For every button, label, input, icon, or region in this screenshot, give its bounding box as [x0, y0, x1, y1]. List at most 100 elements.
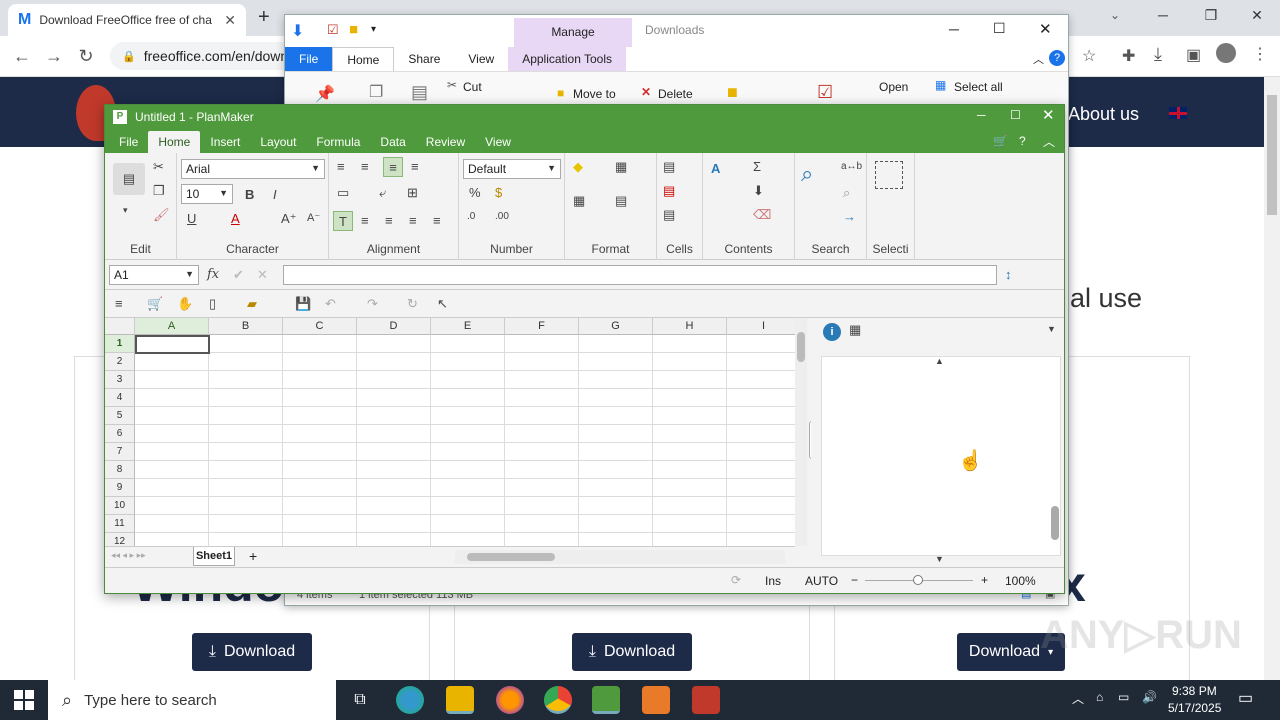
folder-icon[interactable]: ■	[349, 21, 358, 38]
repeat-icon[interactable]: ↻	[407, 296, 418, 312]
confirm-icon[interactable]: ✔	[233, 267, 244, 283]
panel-scrollbar-thumb[interactable]	[1051, 506, 1059, 540]
column-header[interactable]: I	[727, 318, 795, 335]
network-icon[interactable]: ⌂	[1096, 690, 1103, 704]
profile-icon[interactable]	[1216, 43, 1236, 63]
cell-options-icon[interactable]: ▤	[663, 207, 675, 223]
explorer-maximize-button[interactable]: ☐	[993, 20, 1006, 37]
number-format-combo[interactable]: Default ▼	[463, 159, 561, 179]
selection-mode-icon[interactable]	[875, 161, 903, 189]
zoom-in-icon[interactable]: +	[981, 573, 988, 587]
sort-filter-icon[interactable]: A	[711, 161, 720, 176]
corner-cell[interactable]	[105, 318, 135, 335]
url-field[interactable]: 🔒 freeoffice.com/en/down	[110, 42, 290, 70]
borders-icon[interactable]: ▭	[337, 185, 349, 201]
wrap-text-icon[interactable]: ⤶	[379, 185, 386, 201]
menu-file[interactable]: File	[109, 131, 148, 153]
browser-close-button[interactable]: ✕	[1234, 0, 1280, 30]
align-left-icon[interactable]: ≡	[361, 213, 369, 228]
browser-minimize-button[interactable]: ─	[1140, 0, 1186, 30]
browser-restore-button[interactable]: ❐	[1188, 0, 1234, 30]
fill-color-icon[interactable]: ◆	[573, 159, 583, 175]
paste-icon[interactable]: ▤	[113, 163, 145, 195]
sheet-nav-icons[interactable]: ◂◂ ◂ ▸ ▸▸	[111, 550, 146, 561]
downloads-icon[interactable]: ⤓	[1154, 44, 1162, 65]
nav-about-us[interactable]: About us	[1068, 104, 1139, 125]
notification-icon[interactable]: ▭	[1238, 688, 1253, 708]
insert-mode[interactable]: Ins	[765, 574, 781, 588]
formula-input[interactable]	[283, 265, 997, 285]
back-icon[interactable]: ←	[8, 42, 36, 70]
align-bottom-icon[interactable]: ≡	[383, 157, 403, 177]
properties-check-icon[interactable]: ☑	[817, 82, 833, 103]
table-style-icon[interactable]: ▤	[615, 193, 627, 209]
textmaker-taskbar-icon[interactable]	[642, 686, 670, 714]
expand-formula-icon[interactable]: ↕	[1005, 267, 1012, 282]
hamburger-icon[interactable]: ≡	[115, 296, 123, 311]
new-document-icon[interactable]: ▯	[209, 296, 216, 312]
close-tab-icon[interactable]: ✕	[224, 12, 236, 29]
italic-icon[interactable]: I	[273, 187, 277, 202]
reload-icon[interactable]: ↻	[72, 42, 100, 70]
decrease-decimal-icon[interactable]: .00	[495, 211, 509, 222]
row-header[interactable]: 5	[105, 407, 135, 425]
chrome-icon[interactable]	[544, 686, 572, 714]
cut-label[interactable]: Cut	[463, 80, 482, 94]
row-header[interactable]: 4	[105, 389, 135, 407]
font-color-icon[interactable]: A	[231, 211, 240, 226]
edge-icon[interactable]	[396, 686, 424, 714]
open-label[interactable]: Open	[879, 80, 908, 94]
move-to-label[interactable]: Move to	[573, 87, 616, 101]
cut-icon[interactable]: ✂	[447, 78, 457, 92]
replace-icon[interactable]: a↔b	[841, 161, 862, 172]
column-header[interactable]: B	[209, 318, 283, 335]
clock-time[interactable]: 9:38 PM	[1172, 684, 1217, 698]
wifi-icon[interactable]: ▭	[1118, 690, 1129, 704]
tab-share[interactable]: Share	[394, 47, 454, 71]
tab-home[interactable]: Home	[332, 47, 395, 71]
menu-formula[interactable]: Formula	[306, 131, 370, 153]
redo-icon[interactable]: ↷	[367, 296, 378, 312]
delete-icon[interactable]: ✕	[641, 85, 651, 99]
zoom-level[interactable]: 100%	[1005, 574, 1036, 588]
delete-cells-icon[interactable]: ▤	[663, 183, 675, 199]
explorer-close-button[interactable]: ✕	[1039, 20, 1052, 38]
sidepanel-icon[interactable]: ▣	[1186, 45, 1201, 65]
h-scroll-thumb[interactable]	[467, 553, 555, 561]
tab-application-tools[interactable]: Application Tools	[508, 47, 627, 71]
menu-home[interactable]: Home	[148, 131, 201, 153]
row-header[interactable]: 12	[105, 533, 135, 546]
volume-icon[interactable]: 🔊	[1142, 690, 1157, 704]
pm-minimize-button[interactable]: ─	[977, 108, 986, 122]
pm-maximize-button[interactable]: ☐	[1010, 108, 1021, 122]
autosum-icon[interactable]: Σ	[753, 159, 761, 174]
save-icon[interactable]: 💾	[295, 296, 311, 312]
clear-icon[interactable]: ⌫	[753, 207, 771, 223]
justify-icon[interactable]: ≡	[433, 213, 441, 228]
row-header[interactable]: 3	[105, 371, 135, 389]
row-header[interactable]: 7	[105, 443, 135, 461]
column-header[interactable]: A	[135, 318, 209, 335]
row-header[interactable]: 9	[105, 479, 135, 497]
collapse-ribbon-icon[interactable]: ︿	[1043, 133, 1055, 150]
windows-start-icon[interactable]	[14, 690, 34, 710]
column-header[interactable]: C	[283, 318, 357, 335]
delete-label[interactable]: Delete	[658, 87, 693, 101]
menu-view[interactable]: View	[475, 131, 521, 153]
percent-icon[interactable]: %	[469, 185, 481, 200]
column-header[interactable]: H	[653, 318, 727, 335]
taskbar-search[interactable]: ⌕ Type here to search	[48, 680, 336, 720]
align-right-icon[interactable]: ≡	[409, 213, 417, 228]
pm-close-button[interactable]: ✕	[1042, 106, 1055, 124]
spreadsheet-grid[interactable]: A B C D E F G H I 1 2 3 4 5 6 7 8 9 10 11 12	[105, 318, 795, 546]
firefox-icon[interactable]	[496, 686, 524, 714]
manage-context-tab[interactable]: Manage	[514, 18, 632, 47]
insert-cells-icon[interactable]: ▤	[663, 159, 675, 175]
task-view-icon[interactable]: ⧉	[346, 686, 374, 714]
grow-font-icon[interactable]: A⁺	[281, 211, 297, 227]
new-folder-icon[interactable]: ■	[727, 82, 738, 103]
tab-file[interactable]: File	[285, 47, 333, 71]
panel-menu-icon[interactable]: ▼	[1047, 324, 1056, 334]
collapse-ribbon-icon[interactable]: ︿	[1033, 51, 1044, 67]
language-flag-icon[interactable]	[1169, 107, 1187, 119]
